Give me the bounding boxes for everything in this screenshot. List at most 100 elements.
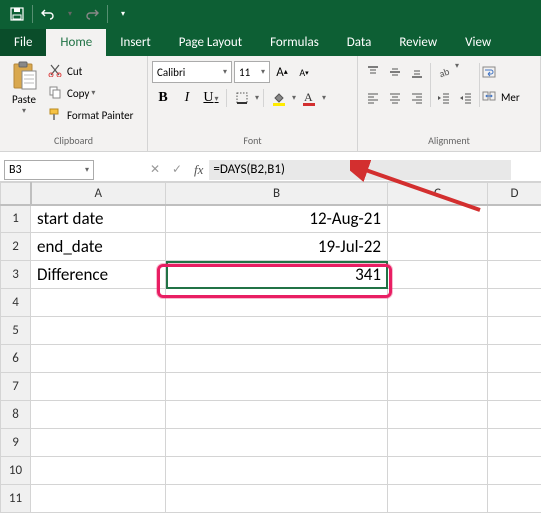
column-header[interactable]: C (388, 183, 488, 205)
tab-review[interactable]: Review (385, 29, 451, 56)
font-color-button[interactable]: A (298, 87, 320, 109)
row-header[interactable]: 11 (1, 485, 31, 513)
cell-a1[interactable]: start date (31, 205, 166, 233)
chevron-down-icon[interactable]: ▾ (322, 93, 326, 103)
cell[interactable] (31, 401, 166, 429)
tab-page-layout[interactable]: Page Layout (165, 29, 256, 56)
cell[interactable] (388, 317, 488, 345)
align-middle-icon[interactable] (384, 61, 406, 83)
font-size-selector[interactable]: 11 ▾ (234, 61, 270, 83)
cell-b2[interactable]: 19-Jul-22 (166, 233, 388, 261)
cut-button[interactable]: Cut (48, 61, 133, 81)
wrap-text-button[interactable] (482, 63, 520, 83)
decrease-font-icon[interactable]: A▾ (294, 62, 314, 82)
column-header[interactable]: D (488, 183, 541, 205)
cell[interactable] (488, 373, 541, 401)
cell[interactable] (388, 345, 488, 373)
row-header[interactable]: 8 (1, 401, 31, 429)
cell[interactable] (488, 345, 541, 373)
chevron-down-icon[interactable]: ▾ (455, 61, 459, 83)
cell[interactable] (388, 289, 488, 317)
cell-c2[interactable] (388, 233, 488, 261)
row-header[interactable]: 7 (1, 373, 31, 401)
cell-d2[interactable] (488, 233, 541, 261)
cell[interactable] (388, 401, 488, 429)
tab-insert[interactable]: Insert (106, 29, 165, 56)
cell[interactable] (488, 317, 541, 345)
cell-b1[interactable]: 12-Aug-21 (166, 205, 388, 233)
cell-b3[interactable]: 341 (166, 261, 388, 289)
cell[interactable] (31, 373, 166, 401)
border-button[interactable] (231, 87, 253, 109)
increase-indent-icon[interactable] (455, 87, 477, 109)
row-header[interactable]: 1 (1, 205, 31, 233)
cancel-formula-icon[interactable]: ✕ (144, 160, 166, 180)
cell[interactable] (488, 457, 541, 485)
row-header[interactable]: 9 (1, 429, 31, 457)
bold-button[interactable]: B (152, 87, 174, 109)
cell[interactable] (488, 485, 541, 513)
qat-customize-icon[interactable]: ▾ (114, 5, 132, 23)
row-header[interactable]: 10 (1, 457, 31, 485)
row-header[interactable]: 6 (1, 345, 31, 373)
row-header[interactable]: 3 (1, 261, 31, 289)
undo-icon[interactable] (39, 5, 57, 23)
align-right-icon[interactable] (406, 87, 428, 109)
cell[interactable] (388, 485, 488, 513)
redo-icon[interactable] (83, 5, 101, 23)
cell-c3[interactable] (388, 261, 488, 289)
row-header[interactable]: 2 (1, 233, 31, 261)
fill-color-button[interactable] (268, 87, 290, 109)
column-header[interactable]: B (166, 183, 388, 205)
cell[interactable] (388, 373, 488, 401)
row-header[interactable]: 5 (1, 317, 31, 345)
tab-view[interactable]: View (451, 29, 505, 56)
cell[interactable] (31, 289, 166, 317)
increase-font-icon[interactable]: A▴ (272, 62, 292, 82)
cell[interactable] (488, 289, 541, 317)
cell[interactable] (488, 429, 541, 457)
cell[interactable] (31, 429, 166, 457)
cell[interactable] (166, 457, 388, 485)
cell[interactable] (166, 401, 388, 429)
cell[interactable] (31, 485, 166, 513)
align-left-icon[interactable] (362, 87, 384, 109)
align-center-icon[interactable] (384, 87, 406, 109)
merge-center-button[interactable]: Mer (482, 87, 520, 107)
align-top-icon[interactable] (362, 61, 384, 83)
paste-button[interactable]: Paste ▾ (4, 59, 44, 116)
cell[interactable] (166, 289, 388, 317)
cell[interactable] (31, 317, 166, 345)
cell-a2[interactable]: end_date (31, 233, 166, 261)
cell-d1[interactable] (488, 205, 541, 233)
save-icon[interactable] (8, 5, 26, 23)
tab-file[interactable]: File (0, 29, 46, 56)
tab-formulas[interactable]: Formulas (256, 29, 333, 56)
cell-a3[interactable]: Difference (31, 261, 166, 289)
font-name-selector[interactable]: Calibri ▾ (152, 61, 232, 83)
cell-c1[interactable] (388, 205, 488, 233)
cell[interactable] (166, 485, 388, 513)
tab-data[interactable]: Data (333, 29, 386, 56)
cell[interactable] (166, 345, 388, 373)
cell[interactable] (166, 429, 388, 457)
underline-button[interactable]: U▾ (200, 87, 222, 109)
fx-icon[interactable]: fx (194, 162, 203, 178)
italic-button[interactable]: I (176, 87, 198, 109)
cell-d3[interactable] (488, 261, 541, 289)
copy-button[interactable]: Copy ▾ (48, 83, 133, 103)
chevron-down-icon[interactable]: ▾ (255, 93, 259, 103)
undo-dropdown-icon[interactable]: ▾ (61, 5, 79, 23)
cell[interactable] (488, 401, 541, 429)
select-all-corner[interactable] (1, 183, 31, 205)
cell[interactable] (166, 373, 388, 401)
orientation-icon[interactable]: ab (433, 61, 455, 83)
chevron-down-icon[interactable]: ▾ (292, 93, 296, 103)
formula-input[interactable]: =DAYS(B2,B1) (209, 160, 511, 180)
decrease-indent-icon[interactable] (433, 87, 455, 109)
format-painter-button[interactable]: Format Painter (48, 105, 133, 125)
cell[interactable] (388, 457, 488, 485)
align-bottom-icon[interactable] (406, 61, 428, 83)
column-header[interactable]: A (31, 183, 166, 205)
cell[interactable] (166, 317, 388, 345)
